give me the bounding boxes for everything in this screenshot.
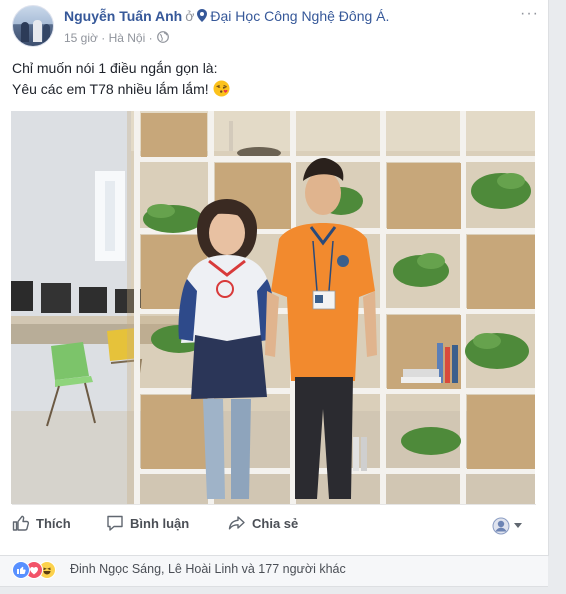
post-text-line-2-wrap: Yêu các em T78 nhiều lắm lắm! — [12, 79, 230, 103]
share-label: Chia sẻ — [252, 516, 299, 531]
post-photo-scene-icon — [11, 111, 535, 504]
chevron-down-icon — [514, 523, 522, 528]
thumbs-up-icon — [12, 515, 30, 531]
post-city[interactable]: Hà Nội — [109, 31, 146, 45]
share-button[interactable]: Chia sẻ — [228, 514, 298, 532]
reaction-audience-selector[interactable] — [492, 517, 522, 540]
post-header: Nguyễn Tuấn Anh ở Đại Học Công Nghệ Đông Á… — [64, 8, 389, 25]
location-link[interactable]: Đại Học Công Nghệ Đông Á. — [210, 8, 389, 24]
location-pin-icon — [197, 9, 208, 25]
post-card: Nguyễn Tuấn Anh ở Đại Học Công Nghệ Đông Á… — [0, 0, 549, 556]
profile-globe-icon — [492, 517, 510, 535]
like-reaction-icon — [12, 561, 30, 579]
comment-bubble-icon — [107, 515, 123, 531]
share-arrow-icon — [228, 516, 245, 530]
public-globe-icon[interactable] — [156, 31, 169, 46]
reaction-icons — [12, 561, 66, 579]
post-message: Chỉ muốn nói 1 điều ngắn gọn là: Yêu các… — [12, 58, 230, 103]
at-label: ở — [185, 8, 195, 24]
comment-button[interactable]: Bình luận — [106, 514, 189, 532]
like-button[interactable]: Thích — [12, 514, 71, 532]
reactors-text[interactable]: Đinh Ngọc Sáng, Lê Hoài Linh và 177 ngườ… — [70, 562, 346, 576]
post-text-line-2: Yêu các em T78 nhiều lắm lắm! — [12, 81, 209, 97]
author-avatar[interactable] — [12, 5, 54, 47]
author-name[interactable]: Nguyễn Tuấn Anh — [64, 8, 182, 24]
separator-dot: · — [148, 31, 153, 45]
post-photo[interactable] — [11, 111, 535, 504]
kiss-face-emoji-icon — [213, 80, 230, 103]
post-meta: 15 giờ · Hà Nội · — [64, 31, 169, 46]
feed-background — [0, 587, 566, 594]
reactions-summary[interactable]: Đinh Ngọc Sáng, Lê Hoài Linh và 177 ngườ… — [0, 556, 548, 587]
meta-separator: · — [101, 31, 106, 45]
post-time[interactable]: 15 giờ — [64, 31, 98, 45]
comment-label: Bình luận — [130, 516, 190, 531]
post-options-button[interactable]: ··· — [520, 5, 539, 23]
like-label: Thích — [36, 516, 71, 531]
post-actions-bar: Thích Bình luận Chia sẻ — [0, 505, 548, 543]
post-text-line-1: Chỉ muốn nói 1 điều ngắn gọn là: — [12, 60, 218, 76]
